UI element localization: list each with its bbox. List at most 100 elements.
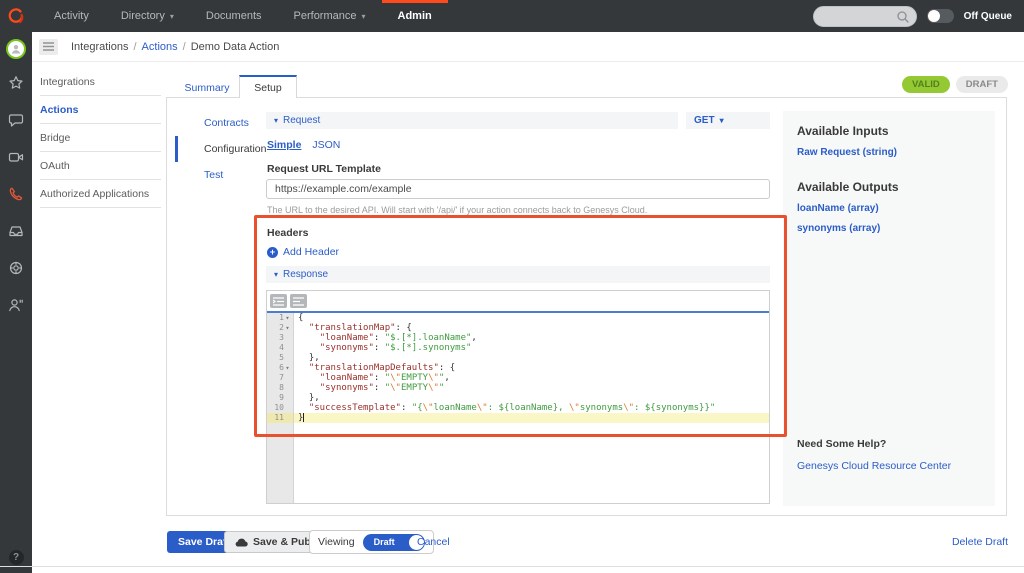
indent-icon (273, 296, 284, 306)
code-line-4[interactable]: 4 "synonyms": "$.[*].synonyms" (267, 343, 769, 353)
input-raw-request-link[interactable]: Raw Request (string) (797, 147, 981, 158)
request-section-header[interactable]: ▾ Request (266, 112, 678, 129)
tab-summary[interactable]: Summary (176, 78, 238, 97)
toggle-knob (927, 10, 940, 22)
request-url-template-input[interactable] (266, 179, 770, 199)
code-text: } (294, 413, 769, 423)
line-number: 4 (267, 343, 294, 353)
code-text: { (298, 313, 304, 323)
available-inputs-title: Available Inputs (797, 124, 889, 138)
align-code-button[interactable] (290, 294, 307, 308)
top-nav-documents[interactable]: Documents (190, 0, 278, 32)
off-queue-toggle[interactable] (926, 9, 954, 23)
code-text: "loanName": "\"EMPTY\"", (319, 373, 450, 383)
search-icon (897, 10, 909, 23)
available-io-panel: Available Inputs Raw Request (string) Av… (783, 111, 995, 506)
search-input[interactable] (812, 5, 917, 27)
code-line-9[interactable]: 9 }, (267, 393, 769, 403)
configuration-form: ▾ Request GET ▾ Simple JSON Request URL … (266, 98, 770, 515)
resource-center-link[interactable]: Genesys Cloud Resource Center (797, 460, 951, 472)
breadcrumb-bar: Integrations / Actions / Demo Data Actio… (32, 32, 1024, 62)
breadcrumb-actions[interactable]: Actions (142, 41, 178, 53)
viewing-draft-toggle[interactable]: Draft (362, 533, 425, 551)
top-bar-right: Off Queue (812, 0, 1024, 32)
off-queue-label: Off Queue (963, 10, 1012, 22)
mode-json-link[interactable]: JSON (312, 139, 340, 151)
breadcrumb-separator: / (182, 40, 186, 53)
delete-draft-link[interactable]: Delete Draft (952, 536, 1008, 548)
code-text: "successTemplate": "{\"loanName\": ${loa… (308, 403, 716, 413)
genesys-cloud-admin-page: Activity Directory ▾ Documents Performance ▾ A… (0, 0, 1024, 573)
video-button[interactable] (0, 138, 32, 175)
top-bar: Activity Directory ▾ Documents Performance ▾ A… (0, 0, 1024, 32)
status-badges: VALID DRAFT (902, 76, 1008, 93)
code-line-8[interactable]: 8 "synonyms": "\"EMPTY\"" (267, 383, 769, 393)
code-line-3[interactable]: 3 "loanName": "$.[*].loanName", (267, 333, 769, 343)
code-line-1[interactable]: 1 ▾ { (267, 313, 769, 323)
genesys-logo-icon (8, 8, 24, 24)
editor-empty-area (267, 423, 769, 503)
user-presence-button[interactable] (0, 34, 32, 64)
settings-button[interactable] (0, 249, 32, 286)
add-header-button[interactable]: + Add Header (267, 246, 339, 258)
favorites-button[interactable] (0, 64, 32, 101)
editor-body[interactable]: 1 ▾{2 ▾ "translationMap": {3 "loanName": "… (267, 313, 769, 503)
code-line-5[interactable]: 5 }, (267, 353, 769, 363)
text-cursor (303, 413, 305, 422)
sidebar-item-bridge[interactable]: Bridge (40, 124, 161, 152)
inbox-button[interactable] (0, 212, 32, 249)
code-empty (294, 423, 769, 503)
code-line-11[interactable]: 11} (267, 413, 769, 423)
avatar (6, 39, 26, 59)
mode-simple-link[interactable]: Simple (267, 139, 301, 151)
code-line-7[interactable]: 7 "loanName": "\"EMPTY\"", (267, 373, 769, 383)
fold-caret-icon[interactable]: ▾ (284, 363, 291, 373)
line-number: 2 ▾ (267, 323, 294, 333)
sidebar-item-oauth[interactable]: OAuth (40, 152, 161, 180)
fold-caret-icon[interactable]: ▾ (284, 323, 291, 333)
top-nav-performance[interactable]: Performance ▾ (278, 0, 382, 32)
code-text: "synonyms": "\"EMPTY\"" (319, 383, 445, 393)
line-number: 11 (267, 413, 294, 423)
person-icon (11, 45, 21, 54)
genesys-logo[interactable] (0, 0, 32, 32)
code-line-10[interactable]: 10 "successTemplate": "{\"loanName\": ${… (267, 403, 769, 413)
response-code-editor[interactable]: 1 ▾{2 ▾ "translationMap": {3 "loanName": "… (266, 290, 770, 504)
chat-button[interactable] (0, 101, 32, 138)
sidebar-item-integrations[interactable]: Integrations (40, 68, 161, 96)
help-button[interactable]: ? (8, 550, 24, 565)
line-number: 9 (267, 393, 294, 403)
code-line-2[interactable]: 2 ▾ "translationMap": { (267, 323, 769, 333)
output-loanname-link[interactable]: loanName (array) (797, 203, 981, 214)
response-section-header[interactable]: ▾ Response (266, 266, 770, 283)
request-section-label: Request (283, 115, 321, 126)
left-icon-rail: ? (0, 32, 32, 573)
phone-button[interactable] (0, 175, 32, 212)
align-left-icon (293, 296, 304, 306)
viewing-toggle-group: Viewing Draft (309, 530, 434, 554)
line-number: 10 (267, 403, 294, 413)
sidebar-item-actions[interactable]: Actions (40, 96, 161, 124)
plus-circle-icon: + (267, 246, 278, 258)
breadcrumb-integrations[interactable]: Integrations (71, 41, 128, 53)
viewing-label: Viewing (318, 536, 355, 548)
fold-caret-icon[interactable]: ▾ (284, 313, 291, 323)
tab-setup[interactable]: Setup (239, 75, 297, 98)
cancel-link[interactable]: Cancel (417, 536, 450, 548)
menu-toggle-button[interactable] (39, 38, 58, 55)
top-nav-directory[interactable]: Directory ▾ (105, 0, 190, 32)
viewing-value: Draft (373, 536, 395, 547)
http-method-dropdown[interactable]: GET ▾ (686, 112, 770, 129)
gear-icon (9, 261, 23, 274)
top-nav-activity[interactable]: Activity (38, 0, 105, 32)
top-nav-admin[interactable]: Admin (381, 0, 448, 32)
contacts-button[interactable] (0, 286, 32, 323)
phone-icon (9, 187, 23, 200)
sidebar-item-authorized-applications[interactable]: Authorized Applications (40, 180, 161, 208)
breadcrumb-separator: / (133, 40, 137, 53)
output-synonyms-link[interactable]: synonyms (array) (797, 223, 981, 234)
code-line-6[interactable]: 6 ▾ "translationMapDefaults": { (267, 363, 769, 373)
headers-label: Headers (267, 227, 309, 239)
format-code-button[interactable] (270, 294, 287, 308)
request-url-template-label: Request URL Template (267, 163, 381, 175)
